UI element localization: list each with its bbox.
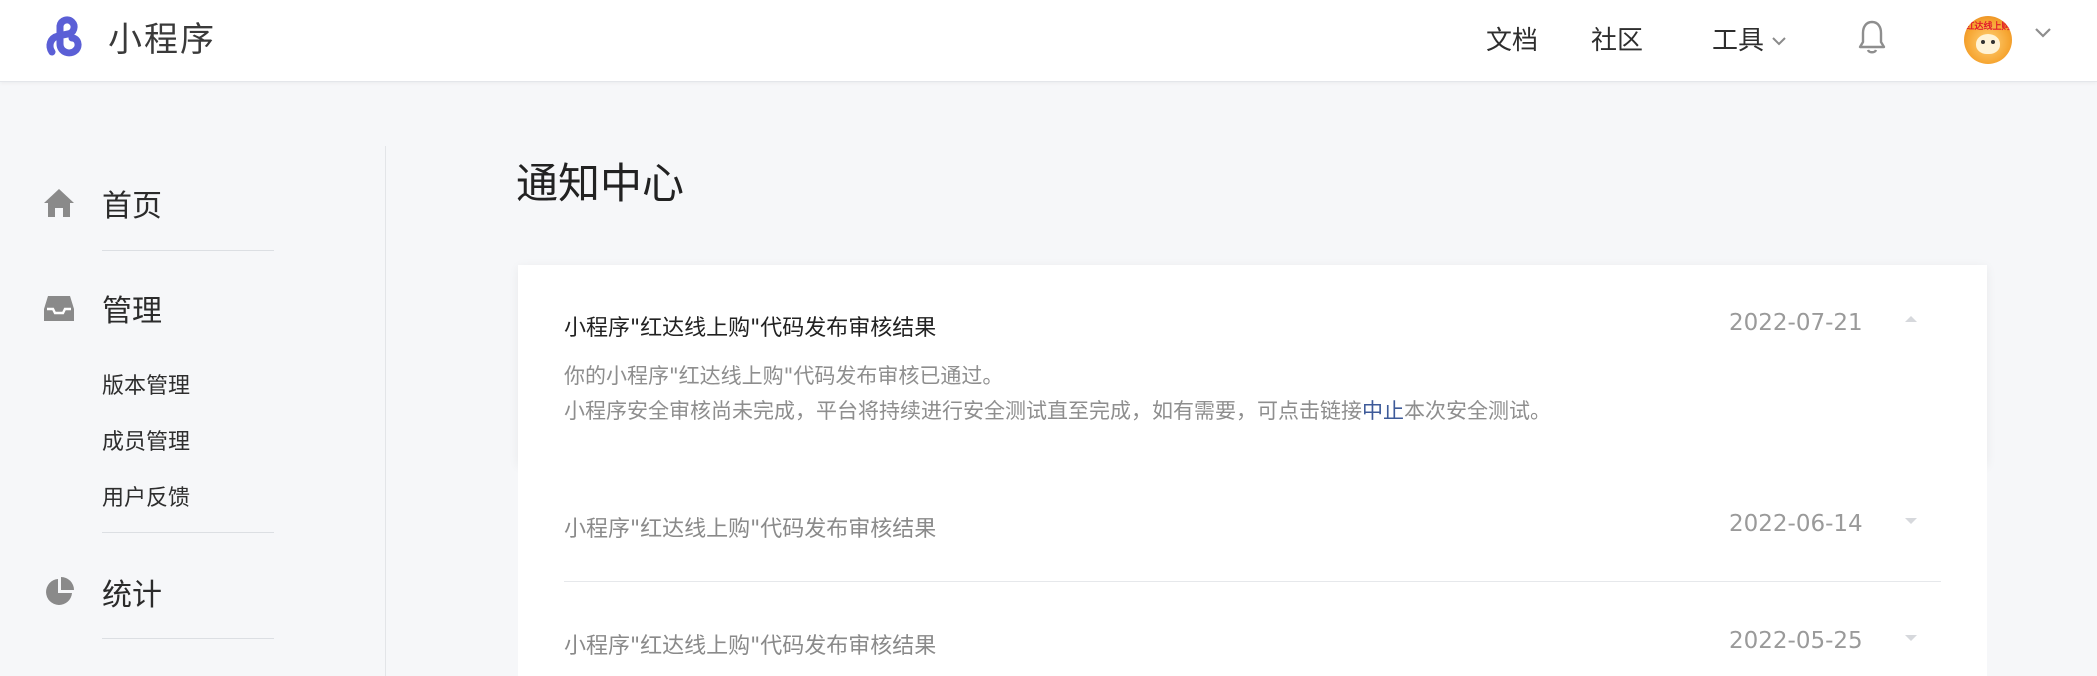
account-chevron-down-icon[interactable] <box>2034 27 2052 39</box>
caret-down-icon[interactable] <box>1904 634 1918 642</box>
logo[interactable]: 小程序 <box>44 12 216 61</box>
user-avatar[interactable]: 红达线上购 <box>1964 16 2012 64</box>
abort-test-link[interactable]: 中止 <box>1362 399 1404 423</box>
inbox-icon <box>42 291 76 325</box>
sidebar-item-manage[interactable]: 管理 <box>42 286 162 330</box>
sidebar-divider <box>102 638 274 639</box>
sidebar-item-member-management[interactable]: 成员管理 <box>102 424 190 456</box>
sidebar-divider <box>102 250 274 251</box>
notification-date: 2022-07-21 <box>1729 310 1863 336</box>
sidebar-item-user-feedback[interactable]: 用户反馈 <box>102 480 190 512</box>
sidebar-item-home[interactable]: 首页 <box>42 181 162 225</box>
notification-body-text: 本次安全测试。 <box>1404 399 1551 423</box>
sidebar-item-stats[interactable]: 统计 <box>42 570 162 614</box>
sidebar-border <box>385 146 386 676</box>
page-title: 通知中心 <box>516 159 685 208</box>
sidebar-stats-label: 统计 <box>102 578 162 613</box>
notification-body-text: 小程序安全审核尚未完成，平台将持续进行安全测试直至完成，如有需要，可点击链接 <box>564 399 1362 423</box>
sidebar-divider <box>102 532 274 533</box>
top-header: 小程序 文档 社区 工具 红达线上购 <box>0 0 2097 82</box>
notification-title[interactable]: 小程序"红达线上购"代码发布审核结果 <box>564 511 936 543</box>
pie-chart-icon <box>42 575 76 609</box>
nav-tools-label: 工具 <box>1712 26 1765 56</box>
notification-date: 2022-05-25 <box>1729 628 1863 654</box>
caret-up-icon[interactable] <box>1904 315 1918 323</box>
app-name: 小程序 <box>108 20 216 60</box>
notification-body-line1: 你的小程序"红达线上购"代码发布审核已通过。 <box>564 364 1004 388</box>
nav-docs-link[interactable]: 文档 <box>1486 20 1538 57</box>
chevron-down-icon <box>1772 36 1786 45</box>
row-divider <box>564 581 1941 582</box>
notification-body-line2: 小程序安全审核尚未完成，平台将持续进行安全测试直至完成，如有需要，可点击链接中止… <box>564 395 1551 425</box>
nav-tools-dropdown[interactable]: 工具 <box>1712 20 1786 57</box>
notification-title[interactable]: 小程序"红达线上购"代码发布审核结果 <box>564 310 936 342</box>
home-icon <box>42 186 76 220</box>
nav-community-link[interactable]: 社区 <box>1591 20 1643 57</box>
sidebar-item-version-management[interactable]: 版本管理 <box>102 368 190 400</box>
avatar-text: 红达线上购 <box>1965 22 2011 32</box>
bell-icon[interactable] <box>1858 17 1886 57</box>
notification-date: 2022-06-14 <box>1729 511 1863 537</box>
sidebar-home-label: 首页 <box>102 189 162 224</box>
avatar-tiger-face <box>1976 34 2000 54</box>
sidebar-manage-label: 管理 <box>102 294 162 329</box>
notification-title[interactable]: 小程序"红达线上购"代码发布审核结果 <box>564 628 936 660</box>
mini-program-logo-icon <box>46 15 82 56</box>
caret-down-icon[interactable] <box>1904 517 1918 525</box>
